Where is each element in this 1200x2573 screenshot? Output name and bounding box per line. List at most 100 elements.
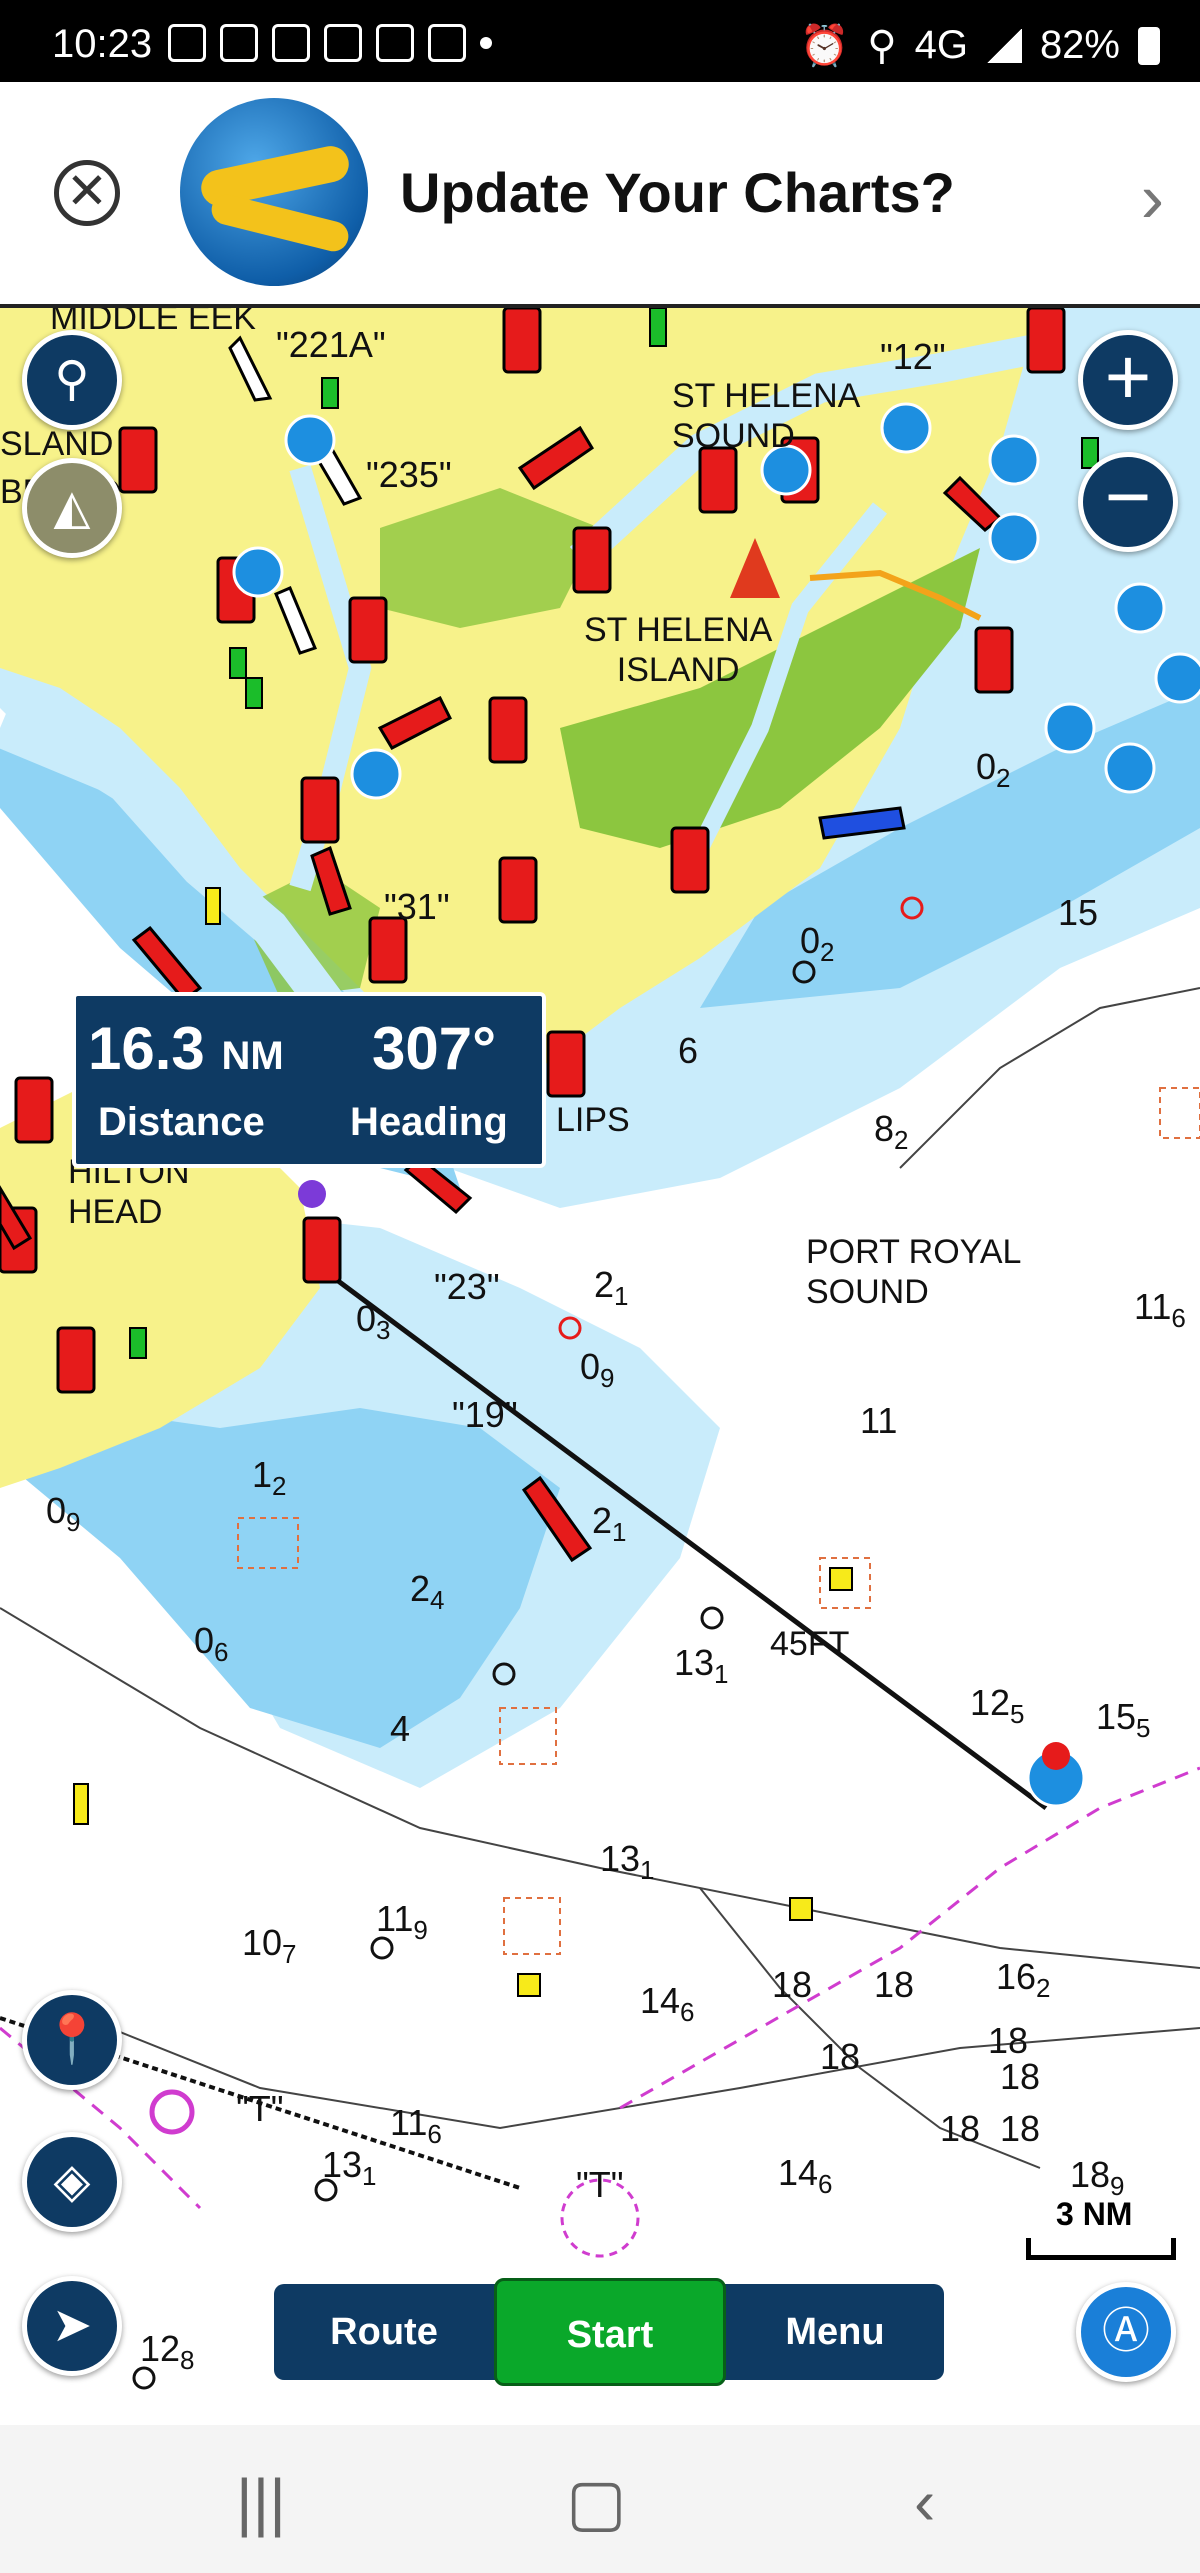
call-filter-icon xyxy=(376,24,414,62)
layer-toggle-button[interactable]: ◭ xyxy=(22,458,122,558)
recenter-button[interactable]: ➤ xyxy=(22,2276,122,2376)
network-type: 4G xyxy=(914,23,968,67)
sounding: 155 xyxy=(1096,1696,1151,1743)
sounding: 146 xyxy=(778,2152,833,2199)
sounding: 18 xyxy=(874,1964,915,2005)
sounding: 18 xyxy=(1000,2108,1041,2149)
distance-heading-panel: 16.3 NM 307° Distance Heading xyxy=(72,992,546,1168)
buoy-tag: "19" xyxy=(452,1394,518,1435)
sounding: 06 xyxy=(194,1620,229,1667)
label-lips: LIPS xyxy=(556,1101,630,1139)
signal-icon xyxy=(985,28,1022,63)
heading-value: 307° xyxy=(372,1015,497,1082)
sounding: 125 xyxy=(970,1682,1025,1729)
distance-value: 16.3 NM xyxy=(88,1015,284,1082)
sounding: 18 xyxy=(1000,2056,1041,2097)
back-icon[interactable]: ‹ xyxy=(914,2465,935,2539)
zoom-in-button[interactable]: + xyxy=(1078,330,1178,430)
globe-update-icon xyxy=(180,98,368,286)
notification-icons xyxy=(168,24,492,62)
sounding: 03 xyxy=(356,1298,391,1345)
home-icon[interactable]: ▢ xyxy=(566,2465,626,2540)
sounding: 02 xyxy=(976,746,1011,793)
alarm-icon: ⏰ xyxy=(799,24,850,68)
sounding: 128 xyxy=(140,2328,195,2375)
sounding: 18 xyxy=(940,2108,981,2149)
route-action-bar: Route Start Menu xyxy=(274,2278,944,2386)
map-layers-button[interactable]: ◈ xyxy=(22,2132,122,2232)
route-button[interactable]: Route xyxy=(274,2284,494,2380)
buoy-tag: "235" xyxy=(366,454,452,495)
sounding: 24 xyxy=(410,1568,445,1615)
more-notifications-dot xyxy=(480,37,492,49)
sounding: 107 xyxy=(242,1922,297,1969)
sounding: 12 xyxy=(252,1454,287,1501)
system-navigation-bar: ||| ▢ ‹ xyxy=(0,2425,1200,2573)
status-time: 10:23 xyxy=(52,22,153,66)
plus-icon: + xyxy=(1104,332,1152,421)
sounding: 146 xyxy=(640,1980,695,2027)
sounding: 09 xyxy=(46,1490,81,1537)
sounding: 18 xyxy=(820,2036,861,2077)
zoom-out-button[interactable]: − xyxy=(1078,452,1178,552)
call-filter-icon xyxy=(324,24,362,62)
status-bar: 10:23 ⏰ ⚲ 4G 82% xyxy=(0,0,1200,82)
label-st-helena-island: ST HELENA ISLAND xyxy=(584,611,773,689)
sounding: 4 xyxy=(390,1708,411,1749)
chevron-right-icon[interactable]: › xyxy=(1141,158,1164,238)
search-icon: ⚲ xyxy=(54,353,90,406)
sounding: 116 xyxy=(1134,1286,1186,1333)
scale-label: 3 NM xyxy=(1056,2196,1133,2232)
label-island: SLAND xyxy=(0,425,114,463)
buoy-tag: "31" xyxy=(384,886,450,927)
sounding: 21 xyxy=(592,1500,627,1547)
sounding: 116 xyxy=(390,2102,442,2149)
route-layer-icon: ◭ xyxy=(53,481,91,534)
add-marker-button[interactable]: 📍 xyxy=(22,1990,122,2090)
call-filter-icon xyxy=(272,24,310,62)
location-icon: ⚲ xyxy=(867,23,897,68)
tablet-icon xyxy=(428,24,466,62)
update-charts-banner[interactable]: ✕ Update Your Charts? › xyxy=(0,82,1200,308)
sounding: 6 xyxy=(678,1030,699,1071)
recent-apps-icon[interactable]: ||| xyxy=(236,2465,286,2539)
buoy-tag: "221A" xyxy=(276,324,386,365)
heading-label: Heading xyxy=(350,1100,508,1144)
battery-icon xyxy=(1138,26,1160,65)
sounding: 18 xyxy=(772,1964,813,2005)
scale-bar xyxy=(1026,2238,1176,2260)
buoy-tag: "12" xyxy=(880,336,946,377)
sounding: 02 xyxy=(800,920,835,967)
navigation-arrow-icon: ➤ xyxy=(51,2299,93,2352)
sounding: 09 xyxy=(580,1346,615,1393)
nautical-chart-map[interactable]: MIDDLE EEK ST HELENA SOUND ST HELENA ISL… xyxy=(0,308,1200,2425)
menu-button[interactable]: Menu xyxy=(726,2284,944,2380)
sounding: 82 xyxy=(874,1108,909,1155)
route-a-icon: Ⓐ xyxy=(1101,2305,1150,2358)
autopilot-button[interactable]: Ⓐ xyxy=(1076,2282,1176,2382)
close-icon[interactable]: ✕ xyxy=(54,160,120,226)
start-button[interactable]: Start xyxy=(494,2278,726,2386)
sounding: 162 xyxy=(996,1956,1051,2003)
sounding: 131 xyxy=(322,2144,377,2191)
battery-percent: 82% xyxy=(1039,23,1120,67)
label-port-royal-sound: PORT ROYAL SOUND xyxy=(806,1233,1022,1311)
sounding: 131 xyxy=(674,1642,729,1689)
sounding: 131 xyxy=(600,1838,655,1885)
sounding: 11 xyxy=(860,1400,898,1441)
label-45ft: 45FT xyxy=(770,1625,850,1663)
sounding: 15 xyxy=(1058,892,1099,933)
sounding: 21 xyxy=(594,1264,629,1311)
app-icon xyxy=(220,24,258,62)
sounding: 119 xyxy=(376,1898,428,1945)
label-st-helena-sound: ST HELENA SOUND xyxy=(672,377,861,455)
distance-label: Distance xyxy=(98,1100,265,1144)
minus-icon: − xyxy=(1104,452,1152,541)
layers-icon: ◈ xyxy=(53,2155,91,2208)
message-icon xyxy=(168,24,206,62)
banner-title[interactable]: Update Your Charts? xyxy=(400,160,955,225)
buoy-tag: "23" xyxy=(434,1266,500,1307)
pin-icon: 📍 xyxy=(42,2013,102,2066)
buoy-tag: "T" xyxy=(236,2088,284,2129)
search-button[interactable]: ⚲ xyxy=(22,330,122,430)
